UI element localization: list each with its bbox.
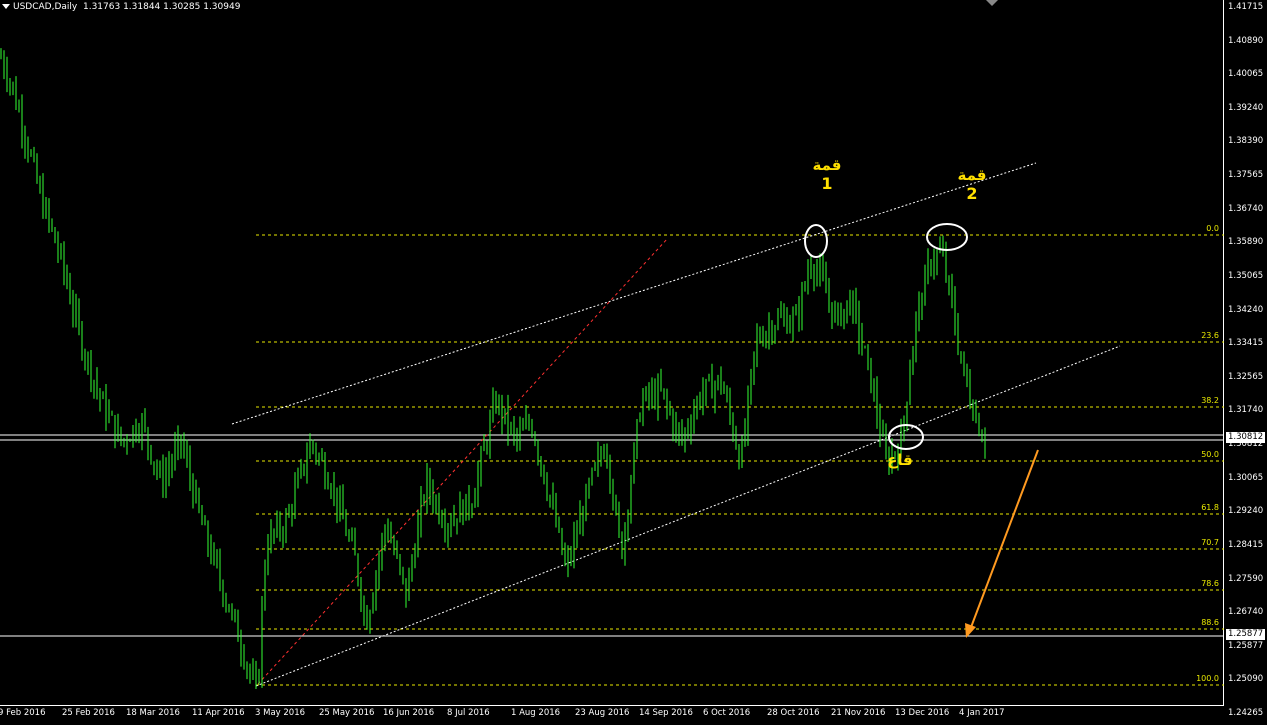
- upper-trendline: [231, 162, 1037, 425]
- price-tick: 1.38390: [1228, 136, 1264, 147]
- price-tick: 1.34240: [1228, 304, 1264, 315]
- top2-word: قمة: [957, 166, 987, 184]
- top2-circle: [926, 223, 968, 251]
- time-tick: 1 Aug 2016: [511, 708, 561, 718]
- fib-level-label: 0.0: [1206, 224, 1219, 233]
- down-arrow: [969, 449, 1039, 631]
- price-tick: 1.35890: [1228, 237, 1264, 248]
- dropdown-triangle-icon[interactable]: [2, 4, 10, 9]
- time-tick: 23 Aug 2016: [575, 708, 630, 718]
- price-tick: 1.25877: [1228, 640, 1264, 651]
- price-tick: 1.32565: [1228, 371, 1264, 382]
- time-tick: 4 Jan 2017: [959, 708, 1005, 718]
- time-tick: 28 Oct 2016: [767, 708, 820, 718]
- chart-header: USDCAD,Daily 1.31763 1.31844 1.30285 1.3…: [2, 2, 240, 12]
- time-tick: 25 May 2016: [319, 708, 375, 718]
- time-tick: 25 Feb 2016: [62, 708, 115, 718]
- price-tick: 1.28415: [1228, 539, 1264, 550]
- fib-level-label: 100.0: [1196, 674, 1219, 683]
- bottom-circle: [888, 424, 924, 450]
- top1-word: قمة: [812, 156, 842, 174]
- current-price-label: 1.30812: [1226, 432, 1266, 443]
- top1-circle: [804, 224, 828, 258]
- price-tick: 1.40065: [1228, 69, 1264, 80]
- price-tick: 1.35065: [1228, 270, 1264, 281]
- bottom-word: قاع: [887, 451, 913, 469]
- time-axis: 9 Feb 2016 25 Feb 2016 18 Mar 2016 11 Apr 2…: [0, 706, 1224, 725]
- fib-level-label: 70.7: [1201, 538, 1219, 547]
- price-chart[interactable]: [0, 0, 1224, 706]
- top2-number: 2: [966, 184, 978, 203]
- time-tick: 8 Jul 2016: [447, 708, 490, 718]
- price-tick: 1.26740: [1228, 607, 1264, 618]
- fib-level-label: 61.8: [1201, 503, 1219, 512]
- time-tick: 3 May 2016: [255, 708, 306, 718]
- support-price-label: 1.25877: [1226, 629, 1266, 640]
- time-tick: 21 Nov 2016: [831, 708, 886, 718]
- top2-annotation: قمة 2: [950, 166, 994, 203]
- price-tick: 1.41715: [1228, 2, 1264, 12]
- price-tick: 1.27590: [1228, 573, 1264, 584]
- price-tick: 1.29240: [1228, 506, 1264, 517]
- time-tick: 11 Apr 2016: [192, 708, 245, 718]
- price-tick: 1.40890: [1228, 35, 1264, 46]
- fib-level-label: 50.0: [1201, 450, 1219, 459]
- scroll-marker-icon: [986, 0, 998, 6]
- price-tick: 1.31740: [1228, 405, 1264, 416]
- ohlc-readout: 1.31763 1.31844 1.30285 1.30949: [82, 2, 241, 12]
- time-tick: 9 Feb 2016: [0, 708, 46, 718]
- lower-trendline: [255, 345, 1121, 687]
- price-tick: 1.33415: [1228, 338, 1264, 349]
- bottom-annotation: قاع: [880, 451, 920, 469]
- price-tick: 1.36740: [1228, 203, 1264, 214]
- time-tick: 18 Mar 2016: [126, 708, 180, 718]
- time-tick: 16 Jun 2016: [383, 708, 435, 718]
- top1-annotation: قمة 1: [805, 156, 849, 193]
- price-tick: 1.37565: [1228, 170, 1264, 181]
- fib-level-label: 78.6: [1201, 579, 1219, 588]
- time-tick: 6 Oct 2016: [703, 708, 751, 718]
- symbol-label: USDCAD,Daily: [13, 2, 78, 12]
- time-tick: 13 Dec 2016: [895, 708, 950, 718]
- fib-level-label: 88.6: [1201, 618, 1219, 627]
- chart-area[interactable]: USDCAD,Daily 1.31763 1.31844 1.30285 1.3…: [0, 0, 1224, 706]
- price-axis: 1.41715 1.40890 1.40065 1.39240 1.38390 1.375…: [1224, 0, 1267, 718]
- fib-level-label: 38.2: [1201, 396, 1219, 405]
- price-tick: 1.25090: [1228, 674, 1264, 685]
- time-tick: 14 Sep 2016: [639, 708, 693, 718]
- price-tick: 1.30065: [1228, 472, 1264, 483]
- price-tick: 1.39240: [1228, 102, 1264, 113]
- price-tick: 1.24265: [1228, 708, 1264, 719]
- top1-number: 1: [821, 174, 833, 193]
- fib-level-label: 23.6: [1201, 331, 1219, 340]
